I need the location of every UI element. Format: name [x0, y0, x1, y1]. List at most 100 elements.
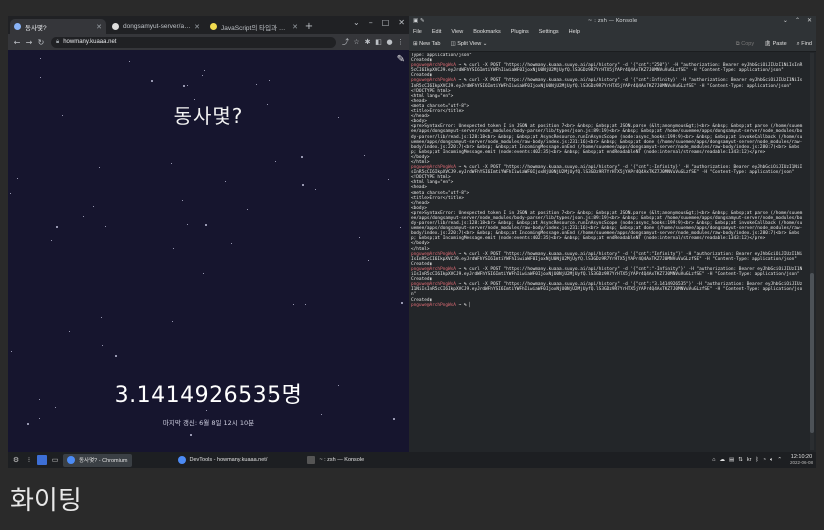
terminal-line: <pre>SyntaxError: Unexpected token I in … [411, 124, 803, 155]
terminal-icon [307, 456, 316, 464]
browser-toolbar: ← → ↻ 🔒︎ howmany.kuaaa.net ⤴ ☆ ✱ ◧ ● ⋮ [8, 34, 409, 50]
star [315, 189, 316, 190]
konsole-window-controls: ⌄ ⌃ ✕ [783, 17, 812, 24]
close-icon[interactable]: ✕ [292, 23, 298, 31]
shell-prompt: pnguwe@ArchPngWsA [411, 282, 456, 288]
back-icon[interactable]: ← [11, 38, 23, 47]
star [206, 410, 207, 411]
terminal-line: pnguwe@ArchPngWsA ~ % curl -X POST "http… [411, 63, 803, 74]
copy-label: Copy [741, 40, 755, 47]
tab-favicon-icon [210, 23, 217, 30]
discord-icon[interactable]: ⌂ [712, 457, 715, 463]
star [205, 224, 207, 226]
star [364, 155, 365, 156]
forward-icon[interactable]: → [23, 38, 35, 47]
star [11, 351, 12, 352]
app-launcher-icon[interactable]: ⚙ [11, 455, 21, 465]
side-panel-icon[interactable]: ◧ [373, 38, 384, 46]
share-icon[interactable]: ⤴ [340, 37, 351, 47]
new-tab-button[interactable]: + [302, 19, 316, 34]
maximize-icon[interactable]: ⌃ [795, 17, 800, 24]
star [256, 84, 257, 85]
tab-dongsamyut[interactable]: 동사몇? ✕ [10, 19, 106, 34]
copy-icon: ⧉ [735, 40, 740, 47]
menu-view[interactable]: View [451, 29, 463, 35]
menu-file[interactable]: File [413, 29, 422, 35]
new-tab-button[interactable]: ⊞ New Tab [413, 41, 440, 47]
menu-icon[interactable]: ⋮ [395, 38, 406, 46]
close-icon[interactable]: ✕ [194, 23, 200, 31]
menu-help[interactable]: Help [569, 29, 580, 35]
menu-plugins[interactable]: Plugins [511, 29, 529, 35]
reload-icon[interactable]: ↻ [35, 38, 47, 47]
shell-prompt: pnguwe@ArchPngWsA [411, 78, 456, 84]
menu-bookmarks[interactable]: Bookmarks [473, 29, 501, 35]
star [190, 434, 192, 436]
tab-search-icon[interactable]: ⌄ [353, 18, 360, 27]
network-icon[interactable]: ⇅ [738, 457, 743, 463]
edit-icon[interactable]: ✎ [397, 54, 405, 65]
tab-label: 동사몇? [25, 24, 47, 32]
close-window-icon[interactable]: ✕ [807, 17, 812, 24]
keyboard-layout[interactable]: kr [747, 457, 752, 463]
system-tray: ⌂ ☁ ▤ ⇅ kr ᛒ ◔ 🔈︎ ⌃ 12:10:20 2022-06-08 [712, 454, 813, 466]
split-view-button[interactable]: ◫ Split View ⌄ [450, 41, 487, 47]
star [269, 80, 270, 81]
caption-text: 화이팅 [10, 486, 82, 516]
menu-settings[interactable]: Settings [539, 29, 559, 35]
star [368, 260, 369, 261]
lock-icon[interactable]: 🔒︎ [56, 39, 59, 46]
clock[interactable]: 12:10:20 2022-06-08 [790, 454, 813, 466]
star [401, 302, 403, 304]
copy-button[interactable]: ⧉ Copy [736, 41, 754, 48]
close-window-icon[interactable]: ✕ [398, 18, 405, 27]
star [56, 226, 58, 228]
scrollbar-thumb[interactable] [810, 273, 814, 433]
star [129, 61, 130, 62]
star [102, 345, 103, 346]
terminal-line: pnguwe@ArchPngWsA ~ % curl -X POST "http… [411, 282, 803, 298]
terminal-line: <pre>SyntaxError: Unexpected token I in … [411, 210, 803, 242]
cloud-icon[interactable]: ☁ [720, 457, 726, 463]
tray-expand-icon[interactable]: ⌃ [777, 457, 782, 463]
new-tab-label: New Tab [419, 41, 441, 47]
task-devtools[interactable]: DevTools - howmany.kuaaa.net/ [174, 454, 272, 467]
terminal-line: pnguwe@ArchPngWsA ~ % ▏ [411, 302, 472, 308]
terminal-line: pnguwe@ArchPngWsA ~ % curl -X POST "http… [411, 165, 803, 176]
bookmark-star-icon[interactable]: ☆ [351, 38, 362, 46]
maximize-icon[interactable]: □ [382, 18, 390, 27]
star [247, 209, 248, 210]
scrollbar[interactable] [810, 53, 814, 450]
minimize-icon[interactable]: ⌄ [783, 17, 788, 24]
tab-label: JavaScript의 타입과 자료구 [221, 24, 289, 32]
bluetooth-icon[interactable]: ᛒ [755, 457, 758, 463]
volume-icon[interactable]: 🔈︎ [770, 457, 773, 464]
star [275, 161, 276, 162]
extensions-icon[interactable]: ✱ [362, 38, 373, 46]
task-label: ~ : zsh — Konsole [319, 457, 365, 463]
show-desktop-icon[interactable]: ▭ [50, 455, 60, 465]
paste-button[interactable]: 📋︎ Paste [764, 41, 787, 47]
close-icon[interactable]: ✕ [96, 23, 102, 31]
star [225, 181, 226, 182]
tab-javascript[interactable]: JavaScript의 타입과 자료구 ✕ [206, 19, 302, 34]
pager-icon[interactable]: ⁝ [24, 455, 34, 465]
tab-label: dongsamyut-server/app.j [123, 23, 192, 30]
tab-github[interactable]: dongsamyut-server/app.j ✕ [108, 19, 204, 34]
find-button[interactable]: ⌕ Find [797, 41, 812, 48]
profile-icon[interactable]: ● [384, 38, 395, 46]
counter-value: 3.1414926535명 [114, 383, 303, 408]
terminal-output[interactable]: Type: application/json" Created▮ pnguwe@Ar… [411, 53, 804, 450]
shell-prompt: pnguwe@ArchPngWsA [411, 302, 456, 308]
address-bar[interactable]: 🔒︎ howmany.kuaaa.net [51, 36, 336, 48]
menu-edit[interactable]: Edit [432, 29, 441, 35]
task-konsole[interactable]: ~ : zsh — Konsole [303, 454, 368, 467]
wifi-icon[interactable]: ◔ [763, 457, 766, 463]
paste-label: Paste [772, 41, 787, 47]
clipboard-icon[interactable]: ▤ [729, 457, 734, 463]
star [51, 240, 52, 241]
star [101, 317, 102, 318]
folder-icon[interactable] [37, 455, 47, 465]
minimize-icon[interactable]: – [369, 18, 373, 27]
task-chromium[interactable]: 동사몇? - Chromium [63, 453, 132, 467]
